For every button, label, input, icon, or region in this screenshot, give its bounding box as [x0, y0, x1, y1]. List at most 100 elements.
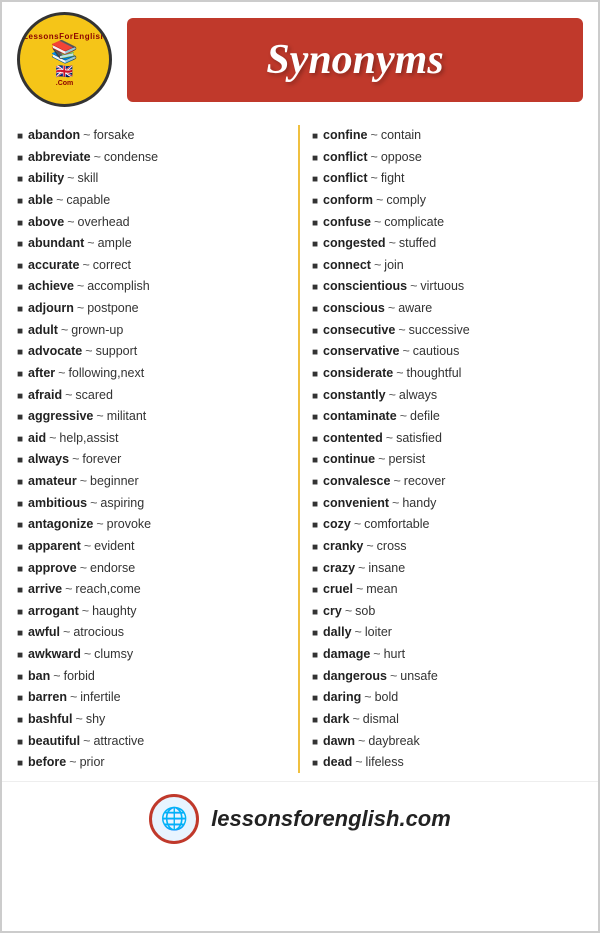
word: constantly [323, 385, 386, 406]
word: contaminate [323, 406, 397, 427]
globe-icon: 🌐 [149, 794, 199, 844]
bullet-icon: ■ [17, 345, 23, 362]
word: approve [28, 558, 77, 579]
list-item: ■abundant ~ ample [17, 233, 293, 254]
bullet-icon: ■ [17, 562, 23, 579]
synonym: skill [77, 168, 98, 189]
tilde: ~ [389, 233, 396, 254]
footer: 🌐 lessonsforenglish.com [2, 781, 598, 856]
word: damage [323, 644, 370, 665]
logo-books-icon: 📚 [51, 41, 78, 63]
synonym: recover [404, 471, 446, 492]
synonym: dismal [363, 709, 399, 730]
list-item: ■after ~ following,next [17, 363, 293, 384]
bullet-icon: ■ [312, 626, 318, 643]
bullet-icon: ■ [17, 172, 23, 189]
footer-url[interactable]: lessonsforenglish.com [211, 806, 451, 832]
word: confine [323, 125, 367, 146]
tilde: ~ [410, 276, 417, 297]
word: convalesce [323, 471, 390, 492]
word: achieve [28, 276, 74, 297]
tilde: ~ [358, 558, 365, 579]
bullet-icon: ■ [312, 497, 318, 514]
synonym: unsafe [400, 666, 438, 687]
word: aggressive [28, 406, 93, 427]
tilde: ~ [371, 147, 378, 168]
left-column: ■abandon ~ forsake■abbreviate ~ condense… [17, 125, 300, 773]
list-item: ■awkward ~ clumsy [17, 644, 293, 665]
tilde: ~ [67, 212, 74, 233]
synonym: sob [355, 601, 375, 622]
list-item: ■convalesce ~ recover [312, 471, 588, 492]
synonym: attractive [93, 731, 144, 752]
word: afraid [28, 385, 62, 406]
bullet-icon: ■ [17, 432, 23, 449]
synonym: aspiring [100, 493, 144, 514]
synonym: cross [377, 536, 407, 557]
bullet-icon: ■ [17, 389, 23, 406]
tilde: ~ [400, 406, 407, 427]
tilde: ~ [355, 752, 362, 773]
synonym: haughty [92, 601, 136, 622]
tilde: ~ [82, 601, 89, 622]
bullet-icon: ■ [17, 670, 23, 687]
word: cry [323, 601, 342, 622]
word: always [28, 449, 69, 470]
bullet-icon: ■ [17, 280, 23, 297]
list-item: ■cozy ~ comfortable [312, 514, 588, 535]
list-item: ■before ~ prior [17, 752, 293, 773]
list-item: ■approve ~ endorse [17, 558, 293, 579]
bullet-icon: ■ [312, 345, 318, 362]
synonym: stuffed [399, 233, 436, 254]
word: after [28, 363, 55, 384]
synonym: beginner [90, 471, 139, 492]
list-item: ■amateur ~ beginner [17, 471, 293, 492]
list-item: ■dead ~ lifeless [312, 752, 588, 773]
synonym: shy [86, 709, 105, 730]
tilde: ~ [65, 385, 72, 406]
list-item: ■beautiful ~ attractive [17, 731, 293, 752]
bullet-icon: ■ [312, 389, 318, 406]
logo-text-bottom: .Com [56, 80, 74, 87]
word: abundant [28, 233, 84, 254]
tilde: ~ [371, 168, 378, 189]
list-item: ■considerate ~ thoughtful [312, 363, 588, 384]
synonym: clumsy [94, 644, 133, 665]
bullet-icon: ■ [17, 518, 23, 535]
bullet-icon: ■ [312, 670, 318, 687]
synonym: mean [366, 579, 397, 600]
bullet-icon: ■ [312, 518, 318, 535]
list-item: ■cry ~ sob [312, 601, 588, 622]
list-item: ■aid ~ help,assist [17, 428, 293, 449]
tilde: ~ [69, 752, 76, 773]
list-item: ■advocate ~ support [17, 341, 293, 362]
synonym: support [96, 341, 138, 362]
word: beautiful [28, 731, 80, 752]
list-item: ■confine ~ contain [312, 125, 588, 146]
synonym: ample [98, 233, 132, 254]
list-item: ■connect ~ join [312, 255, 588, 276]
bullet-icon: ■ [17, 151, 23, 168]
word: amateur [28, 471, 77, 492]
list-item: ■conflict ~ oppose [312, 147, 588, 168]
synonym: capable [66, 190, 110, 211]
bullet-icon: ■ [312, 324, 318, 341]
word: before [28, 752, 66, 773]
word: consecutive [323, 320, 395, 341]
list-item: ■arrive ~ reach,come [17, 579, 293, 600]
tilde: ~ [390, 666, 397, 687]
synonym: contain [381, 125, 421, 146]
tilde: ~ [388, 298, 395, 319]
bullet-icon: ■ [17, 475, 23, 492]
list-item: ■contented ~ satisfied [312, 428, 588, 449]
word: awful [28, 622, 60, 643]
list-item: ■congested ~ stuffed [312, 233, 588, 254]
tilde: ~ [402, 341, 409, 362]
tilde: ~ [76, 709, 83, 730]
synonym: persist [388, 449, 425, 470]
tilde: ~ [72, 449, 79, 470]
list-item: ■awful ~ atrocious [17, 622, 293, 643]
synonym: forsake [93, 125, 134, 146]
word: conservative [323, 341, 399, 362]
word: bashful [28, 709, 72, 730]
